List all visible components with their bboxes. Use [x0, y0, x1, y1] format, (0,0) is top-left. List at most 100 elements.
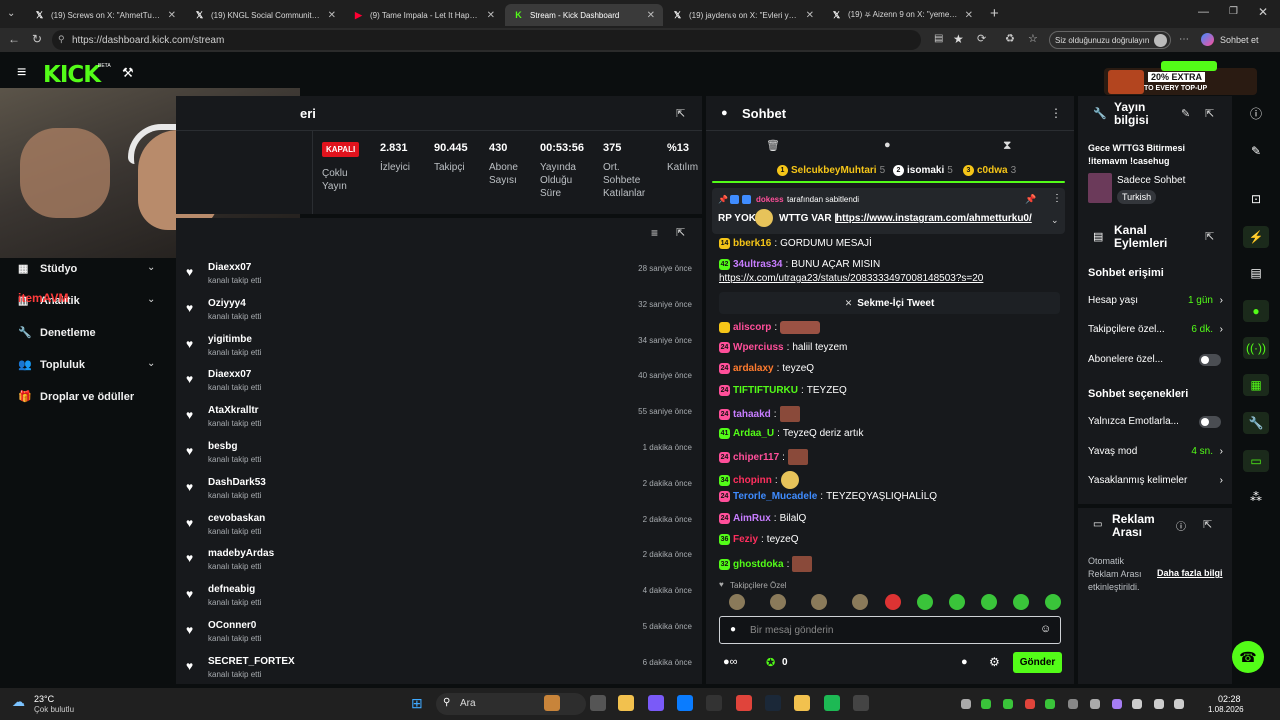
tab-close-icon[interactable]: ✕ — [647, 10, 655, 21]
send-button[interactable]: Gönder — [1013, 652, 1062, 673]
browser-tab[interactable]: 𝕏 (19) jaydenเจ on X: "Evleri yakın ol ✕ — [664, 4, 822, 26]
copilot-icon[interactable] — [1201, 33, 1214, 46]
tab-close-icon[interactable]: ✕ — [487, 10, 495, 21]
emote-shortcut[interactable] — [852, 594, 868, 610]
taskbar-search[interactable]: ⚲ Ara — [436, 693, 586, 715]
copilot-label[interactable]: Sohbet et — [1220, 35, 1259, 45]
chat-bubble-icon[interactable]: ● — [1243, 300, 1269, 322]
leaderboard-entry[interactable]: 2 isomaki 5 — [893, 165, 953, 176]
document-icon[interactable]: ▤ — [1243, 262, 1269, 284]
emote-shortcut[interactable] — [917, 594, 933, 610]
follower-name[interactable]: OConner0 — [208, 620, 256, 631]
emote-shortcut[interactable] — [949, 594, 965, 610]
kick-logo[interactable]: KICK — [43, 62, 101, 88]
follower-name[interactable]: cevobaskan — [208, 513, 265, 524]
taskbar-app-icon[interactable] — [1045, 699, 1055, 709]
follower-name[interactable]: Oziyyy4 — [208, 298, 246, 309]
leaderboard-entry[interactable]: 1 SelcukbeyMuhtari 5 — [777, 165, 885, 176]
slow-mode-row[interactable]: Yavaş mod 4 sn. › — [1088, 446, 1223, 457]
popout-icon[interactable]: ⇱ — [1205, 230, 1214, 243]
message-link[interactable]: https://x.com/utraga23/status/2083333497… — [719, 273, 983, 284]
follower-name[interactable]: Diaexx07 — [208, 369, 251, 380]
taskbar-app-icon[interactable] — [853, 695, 869, 711]
url-input[interactable]: ⚲ https://dashboard.kick.com/stream — [52, 30, 921, 50]
screenshot-icon[interactable]: ⊡ — [1243, 188, 1269, 210]
taskbar-app-icon[interactable] — [981, 699, 991, 709]
taskbar-app-icon[interactable] — [1112, 699, 1122, 709]
emote-shortcut[interactable] — [811, 594, 827, 610]
emotes-only-toggle[interactable] — [1199, 416, 1221, 428]
tab-close-icon[interactable]: ✕ — [806, 10, 814, 21]
more-info-link[interactable]: Daha fazla bilgi — [1157, 568, 1223, 578]
wrench-icon[interactable]: 🔧 — [1243, 412, 1269, 434]
browser-essentials-icon[interactable]: ♻ — [1005, 32, 1015, 45]
unpin-icon[interactable]: 📌 — [1025, 194, 1036, 205]
taskbar-app-icon[interactable] — [765, 695, 781, 711]
lightning-icon[interactable]: ⚡ — [1243, 226, 1269, 248]
browser-tab[interactable]: 𝕏 (19) KNGL Social Community / X ✕ — [186, 4, 344, 26]
hamburger-menu-icon[interactable]: ≡ — [17, 64, 26, 82]
browser-tab[interactable]: ▶ (9) Tame Impala - Let It Happen (O ✕ — [345, 4, 503, 26]
follower-name[interactable]: DashDark53 — [208, 477, 266, 488]
hammer-icon[interactable]: ⚒ — [122, 65, 134, 81]
taskbar-app-icon[interactable] — [1090, 699, 1100, 709]
chevron-down-icon[interactable]: ⌄ — [1051, 215, 1059, 226]
chat-more-icon[interactable]: ⋮ — [1050, 106, 1062, 120]
sidebar-item-studio[interactable]: ▦ Stüdyo — [18, 262, 77, 276]
chat-username[interactable]: Wperciuss — [733, 342, 784, 353]
gear-icon[interactable]: ⚙ — [989, 655, 1000, 669]
sidebar-item-wrench[interactable]: 🔧 Denetleme — [18, 326, 96, 340]
chat-input[interactable]: ● Bir mesaj gönderin ☺ — [719, 616, 1061, 644]
taskbar-app-icon[interactable] — [824, 695, 840, 711]
category-thumbnail[interactable] — [1088, 173, 1112, 203]
chat-username[interactable]: tahaakd — [733, 409, 771, 420]
chat-username[interactable]: bberk16 — [733, 238, 771, 249]
browser-tab[interactable]: 𝕏 (19) ⛧ Aizenn 9 on X: "yemek yap ✕ — [823, 4, 981, 26]
new-tab-plus-icon[interactable]: + — [990, 5, 999, 22]
chat-username[interactable]: Feziy — [733, 534, 758, 545]
follower-name[interactable]: besbg — [208, 441, 237, 452]
taskbar-app-icon[interactable] — [794, 695, 810, 711]
tab-close-icon[interactable]: ✕ — [965, 10, 973, 21]
back-arrow-icon[interactable]: ← — [8, 32, 20, 46]
followers-only-row[interactable]: Takipçilere özel... 6 dk. › — [1088, 324, 1223, 335]
taskbar-app-icon[interactable] — [1154, 699, 1164, 709]
tweet-embed-button[interactable]: ✕ Sekme-İçi Tweet — [719, 292, 1060, 314]
media-icon[interactable]: ▦ — [1243, 374, 1269, 396]
favorite-star-icon[interactable]: ★ — [953, 32, 964, 46]
taskbar-app-icon[interactable] — [706, 695, 722, 711]
taskbar-app-icon[interactable] — [544, 695, 560, 711]
taskbar-app-icon[interactable] — [590, 695, 606, 711]
nodes-icon[interactable]: ⁂ — [1243, 486, 1269, 508]
filter-icon[interactable]: ≡ — [651, 226, 658, 240]
minimize-icon[interactable]: — — [1198, 6, 1209, 18]
taskbar-app-icon[interactable] — [1025, 699, 1035, 709]
chat-icon[interactable]: ● — [884, 139, 891, 151]
emote-shortcut[interactable] — [981, 594, 997, 610]
layout-icon[interactable]: ▭ — [1243, 450, 1269, 472]
popout-icon[interactable]: ⇱ — [676, 226, 685, 239]
taskbar-app-icon[interactable] — [1068, 699, 1078, 709]
promo-banner[interactable]: 20% EXTRA TO EVERY TOP-UP — [1104, 68, 1257, 95]
follower-name[interactable]: yigitimbe — [208, 334, 252, 345]
chat-username[interactable]: AimRux — [733, 513, 771, 524]
taskbar-app-icon[interactable] — [618, 695, 634, 711]
popout-icon[interactable]: ⇱ — [1203, 518, 1212, 531]
pinned-link[interactable]: https://www.instagram.com/ahmetturku0/ — [836, 213, 1032, 224]
chat-username[interactable]: Ardaa_U — [733, 428, 774, 439]
taskbar-app-icon[interactable] — [677, 695, 693, 711]
emote-shortcut[interactable] — [729, 594, 745, 610]
chat-username[interactable]: TIFTIFTURKU — [733, 385, 798, 396]
chevron-down-icon[interactable]: ⌄ — [147, 262, 155, 273]
emote-shortcut[interactable] — [885, 594, 901, 610]
follower-name[interactable]: SECRET_FORTEX — [208, 656, 295, 667]
reader-view-icon[interactable]: ▤ — [934, 33, 943, 44]
hourglass-icon[interactable]: ⧗ — [1003, 138, 1011, 153]
chevron-down-icon[interactable]: ⌄ — [147, 294, 155, 305]
info-icon[interactable]: ⓘ — [1243, 102, 1269, 124]
taskbar-app-icon[interactable] — [1174, 699, 1184, 709]
leaderboard-entry[interactable]: 3 c0dwa 3 — [963, 165, 1016, 176]
follower-name[interactable]: defneabig — [208, 584, 255, 595]
site-info-icon[interactable]: ⚲ — [58, 34, 65, 45]
emote-shortcut[interactable] — [1045, 594, 1061, 610]
